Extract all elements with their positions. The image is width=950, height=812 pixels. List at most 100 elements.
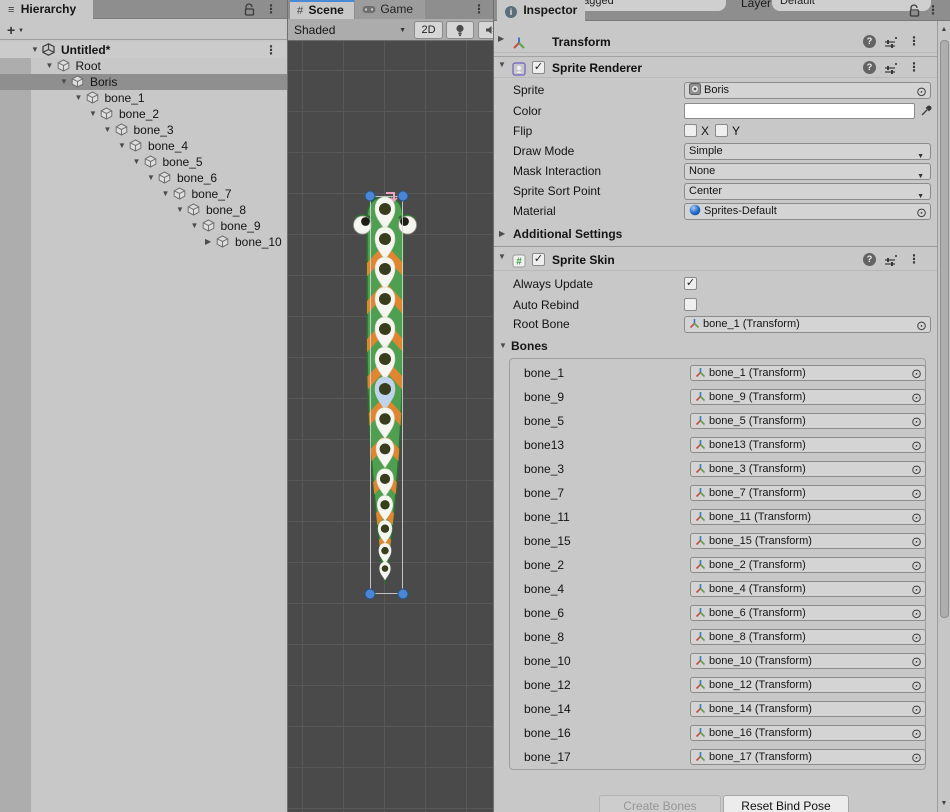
object-picker-icon[interactable]: ⊙ xyxy=(916,83,927,99)
bone-object-field[interactable]: bone_5 (Transform) ⊙ xyxy=(690,413,926,429)
foldout-icon[interactable]: ▼ xyxy=(104,122,114,138)
inspector-menu-kebab-icon[interactable]: ⋮ xyxy=(927,4,939,16)
scrollbar-thumb[interactable] xyxy=(940,40,949,618)
scene-lighting-button[interactable] xyxy=(446,21,474,39)
object-picker-icon[interactable]: ⊙ xyxy=(911,390,922,405)
always-update-checkbox[interactable]: ✓ xyxy=(684,277,697,290)
sprite-renderer-enabled-checkbox[interactable]: ✓ xyxy=(532,61,545,74)
bone-object-field[interactable]: bone_11 (Transform) ⊙ xyxy=(690,509,926,525)
hierarchy-row[interactable]: ▼ bone_5 ⋮ xyxy=(0,154,287,170)
transform-kebab-icon[interactable]: ⋮ xyxy=(908,35,920,47)
bones-foldout-icon[interactable]: ▼ xyxy=(499,338,509,354)
presets-icon[interactable] xyxy=(884,35,898,57)
bone-object-field[interactable]: bone_12 (Transform) ⊙ xyxy=(690,677,926,693)
bone-object-field[interactable]: bone_8 (Transform) ⊙ xyxy=(690,629,926,645)
object-picker-icon[interactable]: ⊙ xyxy=(916,317,927,333)
sprite-skin-kebab-icon[interactable]: ⋮ xyxy=(908,253,920,265)
object-picker-icon[interactable]: ⊙ xyxy=(911,582,922,597)
object-picker-icon[interactable]: ⊙ xyxy=(911,558,922,573)
selection-handle-top-right[interactable] xyxy=(398,191,409,202)
root-bone-object-field[interactable]: bone_1 (Transform) ⊙ xyxy=(684,316,931,333)
object-picker-icon[interactable]: ⊙ xyxy=(916,204,927,220)
bone-object-field[interactable]: bone_16 (Transform) ⊙ xyxy=(690,725,926,741)
scene-viewport[interactable] xyxy=(288,41,493,812)
foldout-icon[interactable]: ▼ xyxy=(147,170,157,186)
material-object-field[interactable]: Sprites-Default ⊙ xyxy=(684,203,931,220)
pivot-marker-icon[interactable] xyxy=(384,190,398,202)
selection-handle-bottom-right[interactable] xyxy=(398,589,409,600)
bone-object-field[interactable]: bone13 (Transform) ⊙ xyxy=(690,437,926,453)
object-picker-icon[interactable]: ⊙ xyxy=(911,606,922,621)
object-picker-icon[interactable]: ⊙ xyxy=(911,510,922,525)
scroll-up-icon[interactable]: ▲ xyxy=(938,26,950,33)
mask-interaction-dropdown[interactable]: None▼ xyxy=(684,163,931,180)
object-picker-icon[interactable]: ⊙ xyxy=(911,438,922,453)
hierarchy-row[interactable]: ▼ bone_7 ⋮ xyxy=(0,186,287,202)
foldout-icon[interactable]: ▼ xyxy=(191,218,201,234)
foldout-icon[interactable]: ▼ xyxy=(162,186,172,202)
selection-handle-top-left[interactable] xyxy=(365,191,376,202)
sprite-skin-foldout-icon[interactable]: ▼ xyxy=(498,249,508,265)
presets-icon[interactable] xyxy=(884,253,898,275)
toggle-2d-button[interactable]: 2D xyxy=(414,21,443,39)
object-picker-icon[interactable]: ⊙ xyxy=(911,750,922,765)
hierarchy-row[interactable]: ▼ Root ⋮ xyxy=(0,58,287,74)
bones-section-label[interactable]: Bones xyxy=(511,338,548,354)
presets-icon[interactable] xyxy=(884,61,898,83)
bone-object-field[interactable]: bone_17 (Transform) ⊙ xyxy=(690,749,926,765)
foldout-icon[interactable]: ▼ xyxy=(176,202,186,218)
scene-audio-button[interactable] xyxy=(478,21,493,39)
bone-object-field[interactable]: bone_7 (Transform) ⊙ xyxy=(690,485,926,501)
additional-settings-label[interactable]: Additional Settings xyxy=(513,226,622,242)
foldout-icon[interactable]: ▼ xyxy=(89,106,99,122)
sprite-object-field[interactable]: Boris ⊙ xyxy=(684,82,931,99)
sprite-renderer-foldout-icon[interactable]: ▼ xyxy=(498,57,508,73)
sprite-renderer-component-header[interactable]: ▼ ✓ Sprite Renderer ? ⋮ xyxy=(494,56,938,78)
bone-object-field[interactable]: bone_3 (Transform) ⊙ xyxy=(690,461,926,477)
bone-object-field[interactable]: bone_10 (Transform) ⊙ xyxy=(690,653,926,669)
hierarchy-row[interactable]: ▼ bone_9 ⋮ xyxy=(0,218,287,234)
auto-rebind-checkbox[interactable] xyxy=(684,298,697,311)
scroll-down-icon[interactable]: ▼ xyxy=(938,800,950,807)
color-swatch[interactable] xyxy=(684,103,915,119)
foldout-icon[interactable]: ▼ xyxy=(60,74,70,90)
scene-menu-kebab-icon[interactable]: ⋮ xyxy=(265,44,277,56)
sprite-skin-enabled-checkbox[interactable]: ✓ xyxy=(532,253,545,266)
create-object-dropdown-icon[interactable]: ▼ xyxy=(18,28,24,34)
draw-mode-dropdown[interactable]: Simple▼ xyxy=(684,143,931,160)
eyedropper-icon[interactable] xyxy=(920,104,933,120)
lock-icon[interactable] xyxy=(244,3,255,19)
bone-object-field[interactable]: bone_1 (Transform) ⊙ xyxy=(690,365,926,381)
bone-object-field[interactable]: bone_2 (Transform) ⊙ xyxy=(690,557,926,573)
help-icon[interactable]: ? xyxy=(863,35,876,48)
object-picker-icon[interactable]: ⊙ xyxy=(911,366,922,381)
transform-foldout-icon[interactable]: ▶ xyxy=(498,31,508,47)
hierarchy-row[interactable]: ▼ bone_1 ⋮ xyxy=(0,90,287,106)
flip-y-checkbox[interactable] xyxy=(715,124,728,137)
additional-settings-foldout-icon[interactable]: ▶ xyxy=(499,226,509,242)
object-picker-icon[interactable]: ⊙ xyxy=(911,702,922,717)
shading-mode-dropdown[interactable]: Shaded ▼ xyxy=(290,21,410,39)
tab-inspector[interactable]: i Inspector xyxy=(497,0,585,21)
flip-x-checkbox[interactable] xyxy=(684,124,697,137)
help-icon[interactable]: ? xyxy=(863,253,876,266)
hierarchy-row[interactable]: ▼ bone_8 ⋮ xyxy=(0,202,287,218)
bone-object-field[interactable]: bone_14 (Transform) ⊙ xyxy=(690,701,926,717)
bone-object-field[interactable]: bone_4 (Transform) ⊙ xyxy=(690,581,926,597)
foldout-icon[interactable]: ▼ xyxy=(31,42,41,58)
foldout-icon[interactable]: ▼ xyxy=(46,58,56,74)
hierarchy-row[interactable]: ▼ bone_2 ⋮ xyxy=(0,106,287,122)
selection-handle-bottom-left[interactable] xyxy=(365,589,376,600)
bone-object-field[interactable]: bone_15 (Transform) ⊙ xyxy=(690,533,926,549)
sprite-sort-point-dropdown[interactable]: Center▼ xyxy=(684,183,931,200)
foldout-icon[interactable]: ▼ xyxy=(118,138,128,154)
hierarchy-row[interactable]: ▼ bone_4 ⋮ xyxy=(0,138,287,154)
object-picker-icon[interactable]: ⊙ xyxy=(911,726,922,741)
hierarchy-menu-kebab-icon[interactable]: ⋮ xyxy=(265,3,277,15)
object-picker-icon[interactable]: ⊙ xyxy=(911,534,922,549)
hierarchy-row[interactable]: ▶ bone_10 ⋮ xyxy=(0,234,287,250)
tab-game[interactable]: Game xyxy=(355,0,425,19)
object-picker-icon[interactable]: ⊙ xyxy=(911,630,922,645)
object-picker-icon[interactable]: ⊙ xyxy=(911,486,922,501)
hierarchy-row[interactable]: ▼ Boris ⋮ xyxy=(0,74,287,90)
